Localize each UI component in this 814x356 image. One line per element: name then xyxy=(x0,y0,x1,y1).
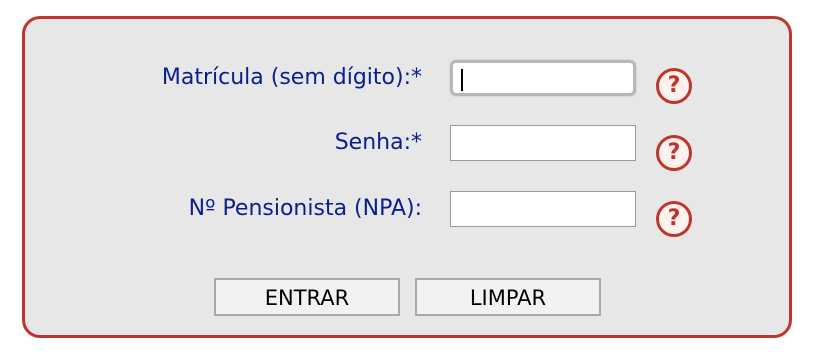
senha-input[interactable] xyxy=(450,125,636,161)
limpar-button[interactable]: LIMPAR xyxy=(415,278,601,316)
npa-input[interactable] xyxy=(450,191,636,227)
login-panel: Matrícula (sem dígito):* ? Senha:* ? Nº … xyxy=(22,16,792,338)
question-icon[interactable]: ? xyxy=(656,135,692,171)
entrar-button[interactable]: ENTRAR xyxy=(214,278,400,316)
npa-label: Nº Pensionista (NPA): xyxy=(188,196,422,221)
text-caret xyxy=(461,69,463,91)
form-row-matricula: Matrícula (sem dígito):* ? xyxy=(25,58,789,104)
question-icon[interactable]: ? xyxy=(656,68,692,104)
matricula-input[interactable] xyxy=(450,60,636,96)
senha-label: Senha:* xyxy=(334,130,422,155)
form-row-npa: Nº Pensionista (NPA): ? xyxy=(25,189,789,237)
question-icon[interactable]: ? xyxy=(656,201,692,237)
matricula-label: Matrícula (sem dígito):* xyxy=(161,65,422,90)
form-row-senha: Senha:* ? xyxy=(25,123,789,171)
